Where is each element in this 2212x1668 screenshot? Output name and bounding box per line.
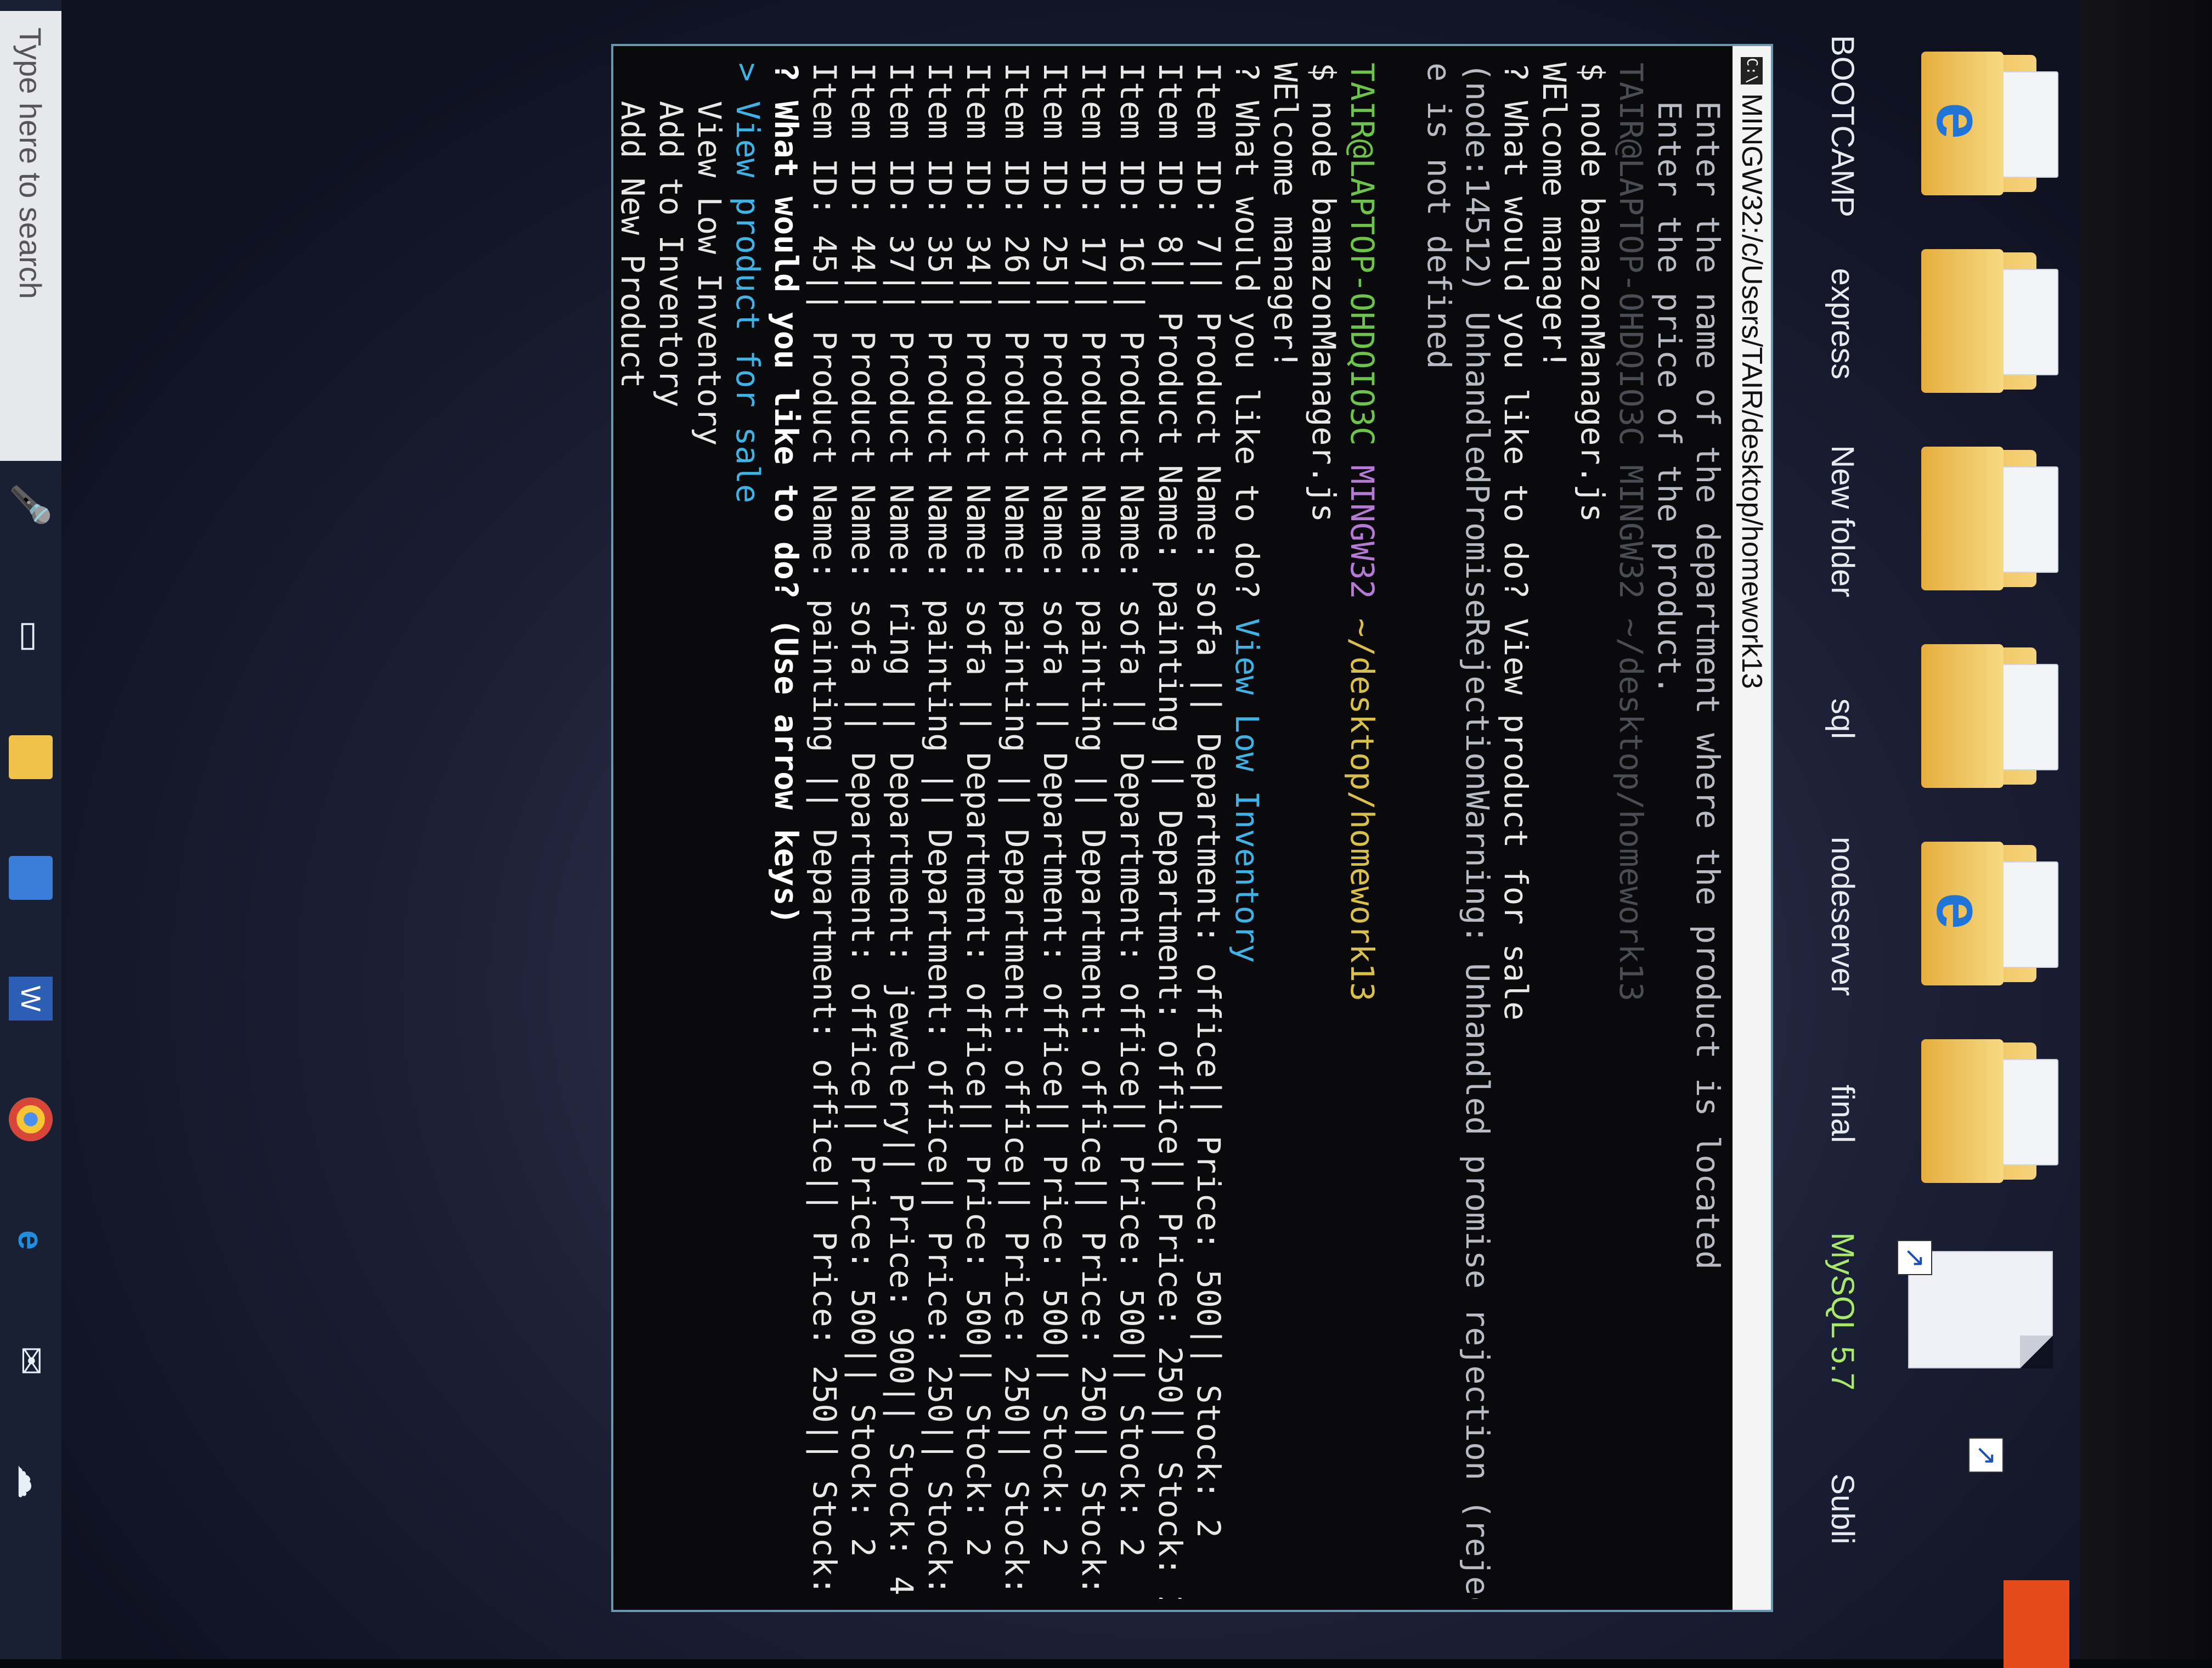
app-shortcut-icon[interactable] <box>2004 1580 2069 1668</box>
terminal-line: Enter the name of the department where t… <box>1689 63 1726 1270</box>
terminal-line: Item ID: 37|| Product Name: ring || Depa… <box>883 63 920 1596</box>
terminal-line: ? What would you like to do? View Low In… <box>1228 63 1266 963</box>
desktop-icon-final[interactable]: final <box>1762 1021 2069 1207</box>
desktop-icon-sublime[interactable]: ↗ Subli <box>1762 1416 2069 1602</box>
terminal-line: Add to Inventory <box>652 63 690 408</box>
terminal-line: e is not defined <box>1420 63 1458 369</box>
terminal-line: Item ID: 17|| Product Name: painting || … <box>1075 63 1112 1599</box>
terminal-line: View Low Inventory <box>691 63 728 446</box>
terminal-line: TAIR@LAPTOP-OHDQIO3C MINGW32 ~/desktop/h… <box>1344 63 1381 1002</box>
edge-icon[interactable]: e <box>9 1218 53 1262</box>
terminal-titlebar[interactable]: C:\ MINGW32:/c/Users/TAIR/desktop/homewo… <box>1733 46 1771 1610</box>
terminal-line: WElcome manager! <box>1267 63 1304 369</box>
shortcut-arrow-icon: ↗ <box>1897 1240 1932 1275</box>
terminal-line: (node:14512) UnhandledPromiseRejectionWa… <box>1459 63 1496 1599</box>
terminal-line: Item ID: 45|| Product Name: painting || … <box>806 63 843 1599</box>
terminal-line: Item ID: 35|| Product Name: painting || … <box>921 63 958 1599</box>
folder-ie-icon: e <box>1921 842 2058 985</box>
terminal-line: > View product for sale <box>729 63 766 504</box>
mic-icon[interactable]: 🎤 <box>9 483 53 527</box>
desktop-icon-new-folder[interactable]: New folder <box>1762 428 2069 615</box>
terminal-output[interactable]: Enter the name of the department where t… <box>619 63 1727 1599</box>
terminal-line: $ node bamazonManager.js <box>1574 63 1611 523</box>
terminal-window[interactable]: C:\ MINGW32:/c/Users/TAIR/desktop/homewo… <box>611 44 1773 1612</box>
store-icon[interactable] <box>9 856 53 900</box>
terminal-line: Item ID: 16|| Product Name: sofa || Depa… <box>1113 63 1150 1557</box>
desktop-icon-label: New folder <box>1825 445 1860 598</box>
desktop-icon-sql[interactable]: sql <box>1762 626 2069 812</box>
desktop-icon-label: express <box>1825 268 1860 380</box>
desktop-icon-label: sql <box>1825 698 1860 740</box>
desktop-icons: e BOOTCAMP express New folder sql e node… <box>1762 33 2069 1624</box>
search-input[interactable]: Type here to search <box>0 11 61 461</box>
terminal-line: Item ID: 34|| Product Name: sofa || Depa… <box>960 63 997 1557</box>
terminal-line: TAIR@LAPTOP-OHDQIO3C MINGW32 ~/desktop/h… <box>1612 63 1650 1002</box>
terminal-line: Item ID: 8|| Product Name: painting || D… <box>1152 63 1189 1599</box>
monitor-bezel <box>2080 0 2212 1659</box>
terminal-line: Item ID: 25|| Product Name: sofa || Depa… <box>1036 63 1074 1557</box>
terminal-line: $ node bamazonManager.js <box>1305 63 1342 523</box>
word-icon[interactable]: W <box>9 977 53 1021</box>
mail-icon[interactable]: ✉ <box>9 1339 53 1383</box>
terminal-line: ? What would you like to do? View produc… <box>1497 63 1534 1021</box>
photos-icon[interactable]: ☁ <box>9 1460 53 1503</box>
shortcut-arrow-icon: ↗ <box>1968 1438 2004 1473</box>
terminal-line: WElcome manager! <box>1536 63 1573 369</box>
desktop-icon-mysql[interactable]: ↗ MySQL 5.7 <box>1762 1218 2069 1405</box>
folder-icon <box>1921 644 2058 788</box>
desktop-icon-label: MySQL 5.7 <box>1825 1232 1860 1390</box>
terminal-line: ? What would you like to do? (Use arrow … <box>768 63 805 925</box>
terminal-line: Enter the price of the product. <box>1651 63 1688 695</box>
folder-icon <box>1921 249 2058 393</box>
desktop-icon-label: final <box>1825 1084 1860 1143</box>
folder-ie-icon: e <box>1921 52 2058 195</box>
task-view-icon[interactable]: ▭ <box>9 615 53 658</box>
terminal-line: Item ID: 7|| Product Name: sofa || Depar… <box>1190 63 1227 1538</box>
file-explorer-icon[interactable] <box>9 735 53 779</box>
chrome-icon[interactable] <box>9 1097 53 1141</box>
terminal-line: Item ID: 26|| Product Name: painting || … <box>998 63 1035 1599</box>
terminal-line: Add New Product <box>619 100 651 388</box>
desktop-icon-nodeserver[interactable]: e nodeserver <box>1762 823 2069 1010</box>
desktop-icon-bootcamp[interactable]: e BOOTCAMP <box>1762 33 2069 219</box>
folder-icon <box>1921 1039 2058 1183</box>
folder-icon <box>1921 447 2058 590</box>
desktop-icon-express[interactable]: express <box>1762 230 2069 417</box>
taskbar: Type here to search 🎤 ▭ W e ✉ ☁ <box>0 0 61 1659</box>
terminal-line: Item ID: 44|| Product Name: sofa || Depa… <box>844 63 882 1557</box>
terminal-icon: C:\ <box>1741 57 1763 84</box>
desktop-icon-label: Subli <box>1825 1473 1860 1545</box>
screen: e BOOTCAMP express New folder sql e node… <box>0 0 2212 1668</box>
desktop-icon-label: nodeserver <box>1825 836 1860 996</box>
desktop-icon-label: BOOTCAMP <box>1825 35 1860 217</box>
terminal-title: MINGW32:/c/Users/TAIR/desktop/homework13 <box>1736 93 1768 689</box>
